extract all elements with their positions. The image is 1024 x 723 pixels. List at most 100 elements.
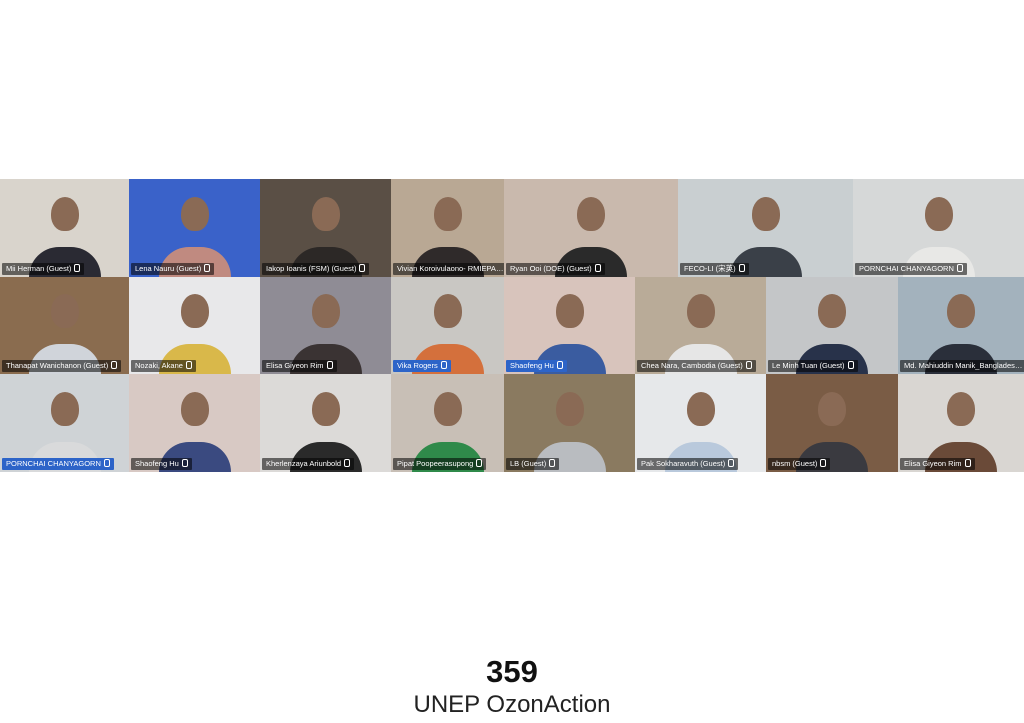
participant-name: Vivian Koroivulaono- RMIEPA bbox=[397, 264, 496, 273]
participant-name-label: Shaofeng Hu bbox=[131, 458, 192, 470]
participant-video-head bbox=[686, 294, 715, 329]
participant-tile[interactable]: Pipat Poopeerasupong bbox=[391, 374, 504, 472]
participant-video-head bbox=[311, 294, 340, 329]
participant-name: Chea Nara, Cambodia (Guest) bbox=[641, 361, 743, 370]
participant-video-head bbox=[180, 196, 209, 231]
participant-name-label: Thanapat Wanichanon (Guest) bbox=[2, 360, 122, 372]
participant-name: PORNCHAI CHANYAGORN bbox=[6, 459, 101, 468]
participant-tile[interactable]: Le Minh Tuan (Guest) bbox=[766, 277, 898, 374]
muted-mic-icon bbox=[956, 264, 963, 272]
participant-name-label: PORNCHAI CHANYAGORN bbox=[855, 263, 967, 275]
muted-mic-icon bbox=[344, 459, 351, 467]
muted-mic-icon bbox=[820, 459, 827, 467]
participant-video-head bbox=[555, 391, 584, 426]
participant-tile[interactable]: Elisa Giyeon Rim bbox=[898, 374, 1024, 472]
participant-name-label: Md. Mahiuddin Manik_Bangladesh (Gu... bbox=[900, 360, 1024, 372]
participant-tile[interactable]: LB (Guest) bbox=[504, 374, 635, 472]
muted-mic-icon bbox=[440, 361, 447, 369]
participant-name-label: Shaofeng Hu bbox=[506, 360, 567, 372]
participant-name: FECO-LI (宋英) bbox=[684, 264, 736, 273]
participant-name-label: Le Minh Tuan (Guest) bbox=[768, 360, 858, 372]
participant-name: Pipat Poopeerasupong bbox=[397, 459, 474, 468]
participant-video-head bbox=[577, 196, 605, 231]
muted-mic-icon bbox=[359, 264, 366, 272]
participant-name-label: nbsm (Guest) bbox=[768, 458, 831, 470]
participant-tile[interactable]: Elisa Giyeon Rim bbox=[260, 277, 391, 374]
participant-name: Le Minh Tuan (Guest) bbox=[772, 361, 845, 370]
participant-video-head bbox=[50, 391, 79, 426]
participant-tile[interactable]: Lena Nauru (Guest) bbox=[129, 179, 260, 277]
participant-tile[interactable]: Vika Rogers bbox=[391, 277, 504, 374]
participant-video-head bbox=[947, 294, 975, 329]
muted-mic-icon bbox=[111, 361, 118, 369]
participant-tile[interactable]: nbsm (Guest) bbox=[766, 374, 898, 472]
participant-video-head bbox=[433, 391, 462, 426]
muted-mic-icon bbox=[964, 459, 971, 467]
muted-mic-icon bbox=[181, 459, 188, 467]
muted-mic-icon bbox=[556, 361, 563, 369]
muted-mic-icon bbox=[326, 361, 333, 369]
participant-name: Shaofeng Hu bbox=[510, 361, 554, 370]
muted-mic-icon bbox=[847, 361, 854, 369]
participant-name: PORNCHAI CHANYAGORN bbox=[859, 264, 954, 273]
participant-name-label: LB (Guest) bbox=[506, 458, 560, 470]
participant-tile[interactable]: Iakop Ioanis (FSM) (Guest) bbox=[260, 179, 391, 277]
participant-name-label: Vivian Koroivulaono- RMIEPA bbox=[393, 263, 504, 275]
participant-name: Vika Rogers bbox=[397, 361, 438, 370]
video-grid: Mii Herman (Guest) Lena Nauru (Guest) Iako… bbox=[0, 179, 1024, 472]
muted-mic-icon bbox=[594, 264, 601, 272]
participant-tile[interactable]: Ryan Ooi (DOE) (Guest) bbox=[504, 179, 678, 277]
participant-tile[interactable]: Chea Nara, Cambodia (Guest) bbox=[635, 277, 766, 374]
participant-tile[interactable]: PORNCHAI CHANYAGORN bbox=[853, 179, 1024, 277]
participant-video-head bbox=[818, 391, 846, 426]
muted-mic-icon bbox=[103, 459, 110, 467]
participant-video-head bbox=[751, 196, 780, 231]
participant-name: Nozaki, Akane bbox=[135, 361, 183, 370]
muted-mic-icon bbox=[745, 361, 752, 369]
participant-name-label: Kherlenzaya Ariunbold bbox=[262, 458, 355, 470]
participant-name-label: Lena Nauru (Guest) bbox=[131, 263, 215, 275]
participant-tile[interactable]: Shaofeng Hu bbox=[129, 374, 260, 472]
participant-video-head bbox=[50, 196, 79, 231]
muted-mic-icon bbox=[549, 459, 556, 467]
participant-name-label: Elisa Giyeon Rim bbox=[262, 360, 337, 372]
participant-name: Md. Mahiuddin Manik_Bangladesh (Gu... bbox=[904, 361, 1024, 370]
participant-name-label: Nozaki, Akane bbox=[131, 360, 196, 372]
participant-name: Elisa Giyeon Rim bbox=[266, 361, 324, 370]
participant-tile[interactable]: Thanapat Wanichanon (Guest) bbox=[0, 277, 129, 374]
participant-name: Ryan Ooi (DOE) (Guest) bbox=[510, 264, 592, 273]
muted-mic-icon bbox=[476, 459, 483, 467]
organization-caption: UNEP OzonAction bbox=[413, 691, 611, 718]
muted-mic-icon bbox=[728, 459, 735, 467]
participant-tile[interactable]: Kherlenzaya Ariunbold bbox=[260, 374, 391, 472]
participant-name-label: Mii Herman (Guest) bbox=[2, 263, 85, 275]
participant-name-label: FECO-LI (宋英) bbox=[680, 263, 749, 275]
participant-video-head bbox=[818, 294, 846, 329]
participant-name: Shaofeng Hu bbox=[135, 459, 179, 468]
participant-tile[interactable]: Md. Mahiuddin Manik_Bangladesh (Gu... bbox=[898, 277, 1024, 374]
participant-tile[interactable]: Vivian Koroivulaono- RMIEPA bbox=[391, 179, 504, 277]
muted-mic-icon bbox=[738, 264, 745, 272]
participant-video-head bbox=[433, 294, 462, 329]
participant-name-label: Ryan Ooi (DOE) (Guest) bbox=[506, 263, 605, 275]
participant-video-head bbox=[924, 196, 953, 231]
participant-tile[interactable]: PORNCHAI CHANYAGORN bbox=[0, 374, 129, 472]
participant-video-head bbox=[180, 391, 209, 426]
slide-number: 359 bbox=[486, 654, 538, 689]
participant-tile[interactable]: Mii Herman (Guest) bbox=[0, 179, 129, 277]
participant-name-label: PORNCHAI CHANYAGORN bbox=[2, 458, 114, 470]
participant-video-head bbox=[555, 294, 584, 329]
participant-tile[interactable]: Nozaki, Akane bbox=[129, 277, 260, 374]
participant-tile[interactable]: Shaofeng Hu bbox=[504, 277, 635, 374]
muted-mic-icon bbox=[74, 264, 81, 272]
participant-name-label: Iakop Ioanis (FSM) (Guest) bbox=[262, 263, 370, 275]
muted-mic-icon bbox=[185, 361, 192, 369]
participant-video-head bbox=[50, 294, 79, 329]
participant-name: Pak Sokharavuth (Guest) bbox=[641, 459, 726, 468]
participant-name-label: Pak Sokharavuth (Guest) bbox=[637, 458, 739, 470]
participant-name: Kherlenzaya Ariunbold bbox=[266, 459, 342, 468]
participant-tile[interactable]: Pak Sokharavuth (Guest) bbox=[635, 374, 766, 472]
participant-video-head bbox=[311, 196, 340, 231]
participant-tile[interactable]: FECO-LI (宋英) bbox=[678, 179, 853, 277]
participant-name: Mii Herman (Guest) bbox=[6, 264, 72, 273]
